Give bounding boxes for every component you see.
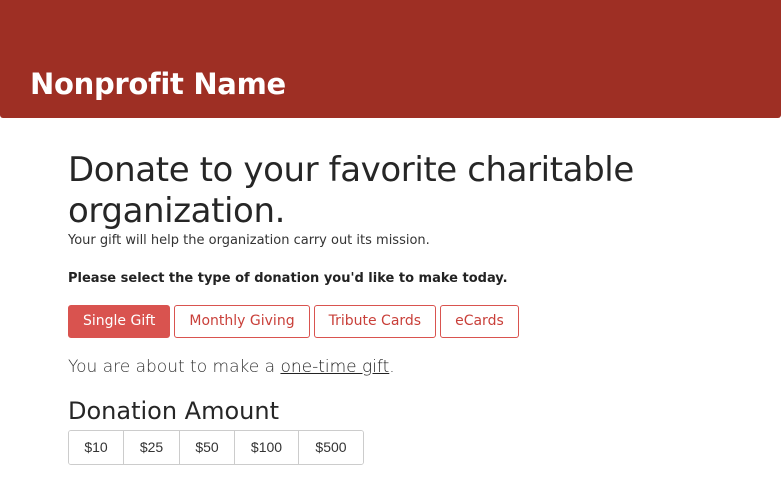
- main-content: Donate to your favorite charitable organ…: [68, 150, 758, 465]
- single-gift-button[interactable]: Single Gift: [68, 305, 171, 338]
- brand-name[interactable]: Nonprofit Name: [30, 66, 286, 102]
- donation-type-group: Single Gift Monthly Giving Tribute Cards…: [68, 305, 758, 338]
- amount-button-group: $10 $25 $50 $100 $500: [68, 430, 364, 465]
- donation-amount-heading: Donation Amount: [68, 397, 279, 425]
- amount-100-button[interactable]: $100: [235, 431, 299, 464]
- amount-50-button[interactable]: $50: [180, 431, 235, 464]
- summary-prefix: You are about to make a: [68, 357, 281, 377]
- one-time-gift-link[interactable]: one-time gift: [280, 357, 389, 377]
- amount-500-button[interactable]: $500: [299, 431, 363, 464]
- tribute-cards-button[interactable]: Tribute Cards: [313, 305, 437, 338]
- ecards-button[interactable]: eCards: [440, 305, 519, 338]
- amount-25-button[interactable]: $25: [124, 431, 180, 464]
- summary-suffix: .: [389, 357, 395, 377]
- page-subtitle: Your gift will help the organization car…: [68, 233, 430, 248]
- site-header: Nonprofit Name: [0, 0, 781, 118]
- amount-10-button[interactable]: $10: [69, 431, 124, 464]
- donation-summary: You are about to make a one-time gift.: [68, 356, 758, 378]
- page-title: Donate to your favorite charitable organ…: [68, 150, 634, 231]
- donation-type-prompt: Please select the type of donation you'd…: [68, 271, 508, 286]
- monthly-giving-button[interactable]: Monthly Giving: [174, 305, 310, 338]
